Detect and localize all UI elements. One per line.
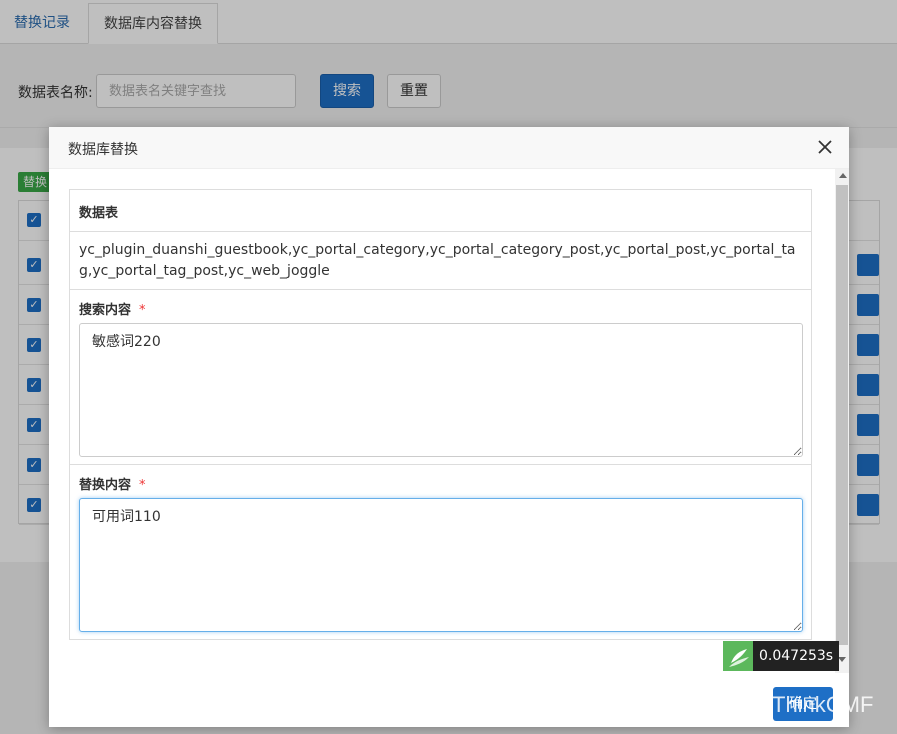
db-replace-modal: 数据库替换 数据表 yc_plugin_duanshi_guestbook,yc… xyxy=(49,127,849,727)
required-mark: * xyxy=(139,478,146,493)
thinkphp-logo-icon xyxy=(723,641,753,671)
trace-runtime: 0.047253s xyxy=(753,641,840,671)
scroll-down-arrow-icon[interactable] xyxy=(838,657,846,662)
search-content-textarea[interactable]: 敏感词220 xyxy=(79,323,803,457)
close-icon[interactable] xyxy=(815,137,835,157)
replace-content-textarea[interactable]: 可用词110 xyxy=(79,498,803,632)
modal-title: 数据库替换 xyxy=(68,142,138,158)
replace-content-section: 替换内容 * 可用词110 xyxy=(70,465,811,640)
search-content-label: 搜索内容 * xyxy=(79,299,146,318)
modal-header: 数据库替换 xyxy=(49,127,849,169)
table-section-header: 数据表 xyxy=(70,190,811,232)
replace-content-label-text: 替换内容 xyxy=(79,478,132,493)
modal-body: 数据表 yc_plugin_duanshi_guestbook,yc_porta… xyxy=(49,169,835,727)
modal-scrollbar[interactable] xyxy=(835,169,849,673)
replace-form: 数据表 yc_plugin_duanshi_guestbook,yc_porta… xyxy=(69,189,812,640)
watermark: ThinkCMF xyxy=(772,692,874,717)
search-content-section: 搜索内容 * 敏感词220 xyxy=(70,290,811,465)
search-content-label-text: 搜索内容 xyxy=(79,303,132,318)
required-mark: * xyxy=(139,303,146,318)
replace-content-label: 替换内容 * xyxy=(79,474,146,493)
table-list-text: yc_plugin_duanshi_guestbook,yc_portal_ca… xyxy=(70,232,811,290)
scroll-up-arrow-icon[interactable] xyxy=(839,173,847,178)
scroll-thumb[interactable] xyxy=(836,185,848,645)
